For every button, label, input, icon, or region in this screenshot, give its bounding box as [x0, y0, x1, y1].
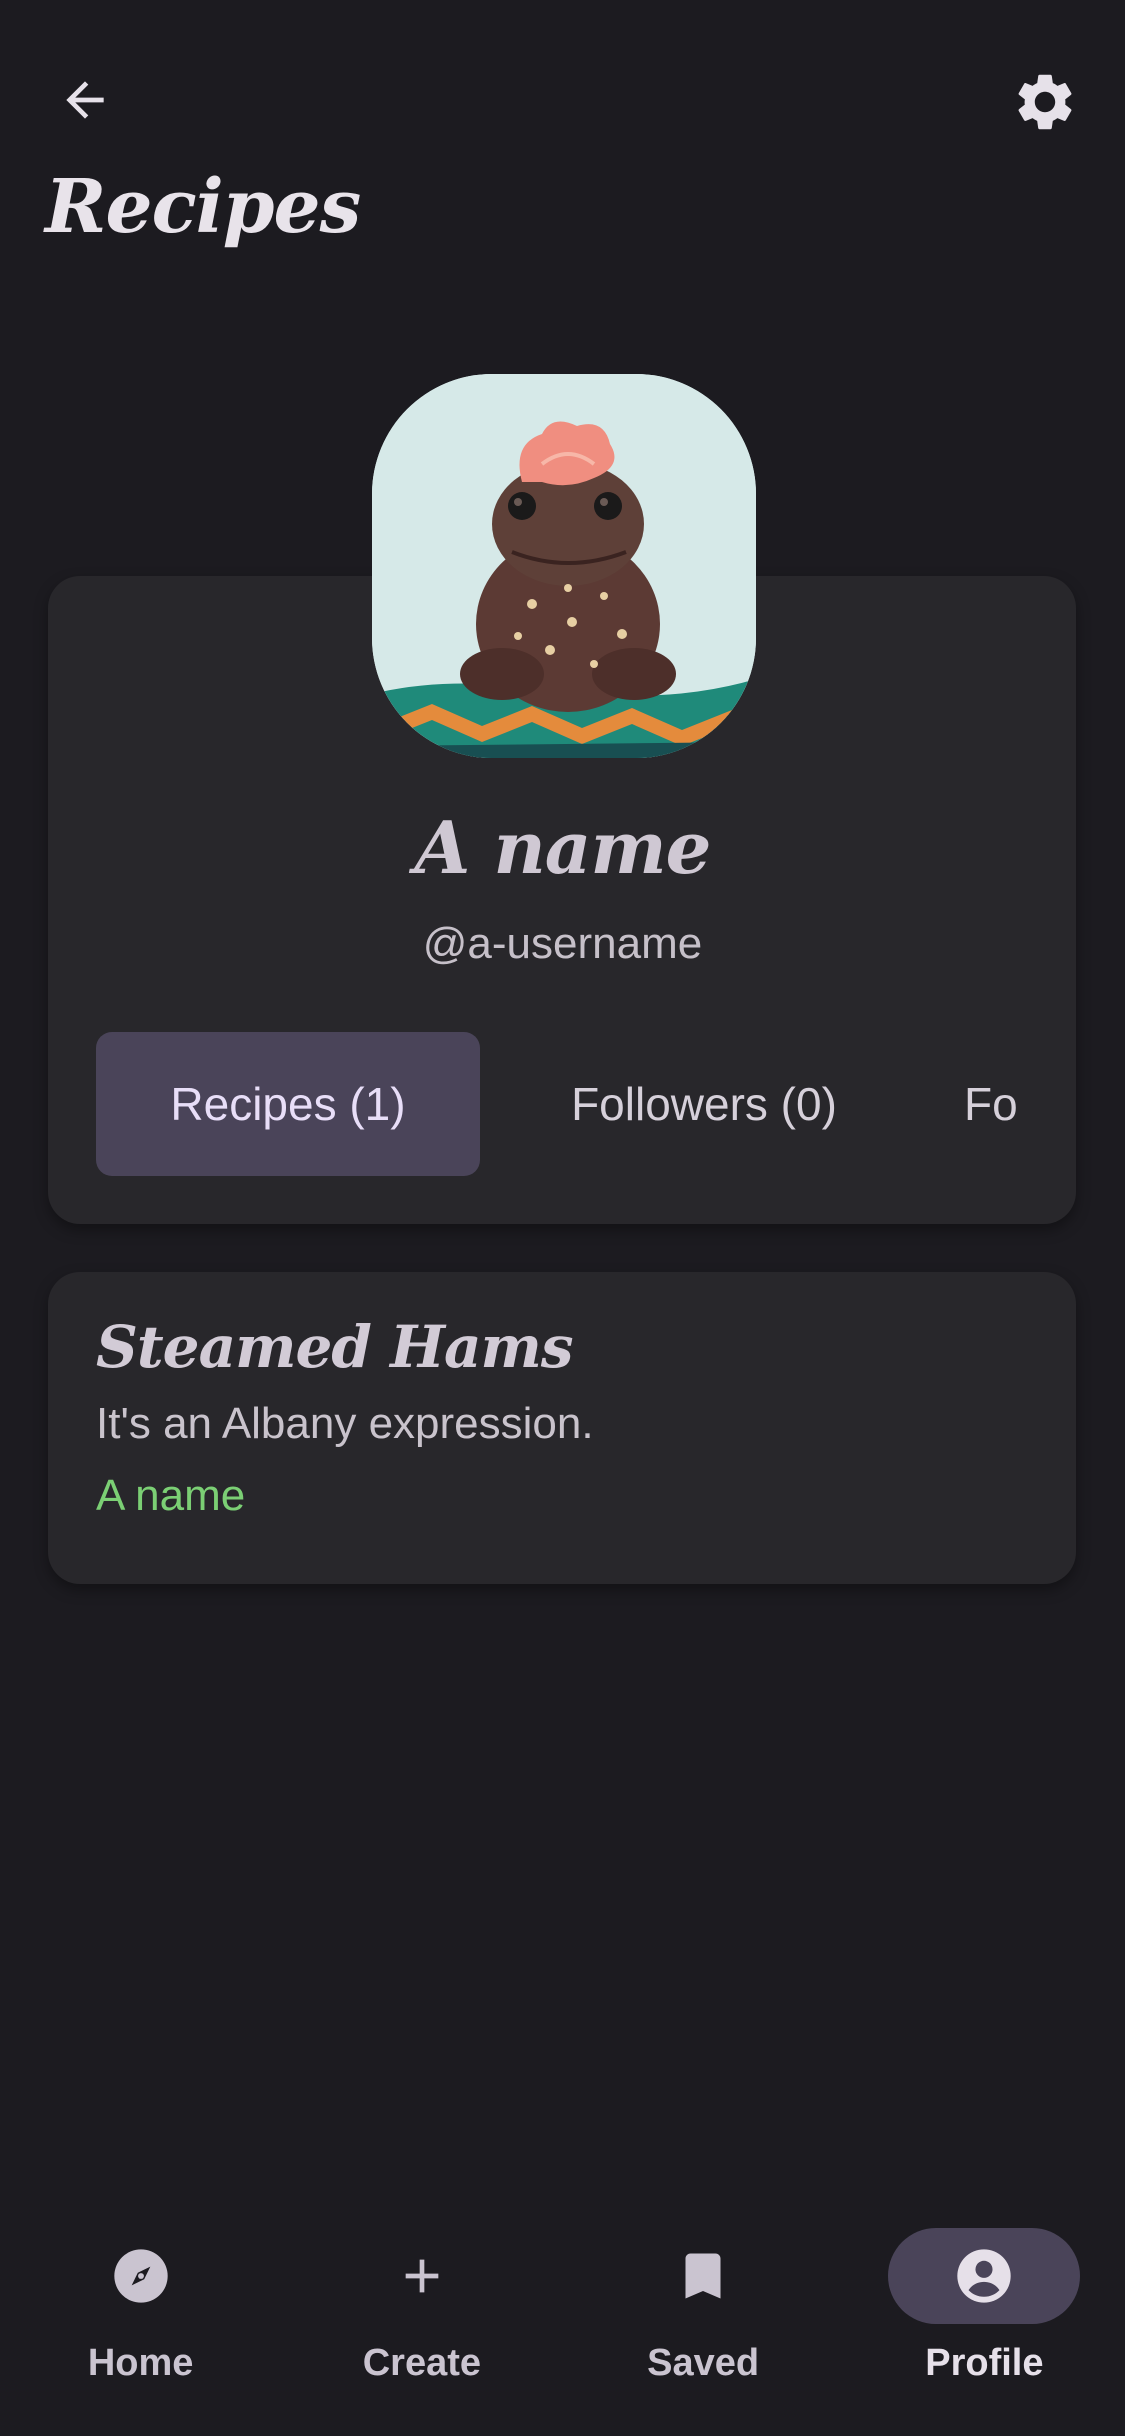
- recipe-title: Steamed Hams: [96, 1313, 574, 1381]
- nav-create[interactable]: Create: [281, 2196, 562, 2436]
- arrow-back-icon: [66, 81, 104, 119]
- nav-saved-indicator: [607, 2228, 799, 2324]
- recipe-author-link[interactable]: A name: [96, 1474, 245, 1518]
- nav-home[interactable]: Home: [0, 2196, 281, 2436]
- nav-create-indicator: [326, 2228, 518, 2324]
- profile-screen: Recipes A name @a-username Recipes (1) F…: [0, 0, 1125, 2436]
- profile-name: A name: [414, 805, 712, 890]
- nav-saved-label: Saved: [647, 2342, 760, 2384]
- page-title: Recipes: [45, 164, 361, 250]
- plus-icon: [405, 2259, 439, 2293]
- nav-saved[interactable]: Saved: [563, 2196, 844, 2436]
- account-circle-icon: [957, 2249, 1012, 2303]
- bottom-navigation: Home Create Saved Profile: [0, 2196, 1125, 2436]
- nav-profile-label: Profile: [925, 2342, 1044, 2384]
- back-button[interactable]: [40, 55, 130, 145]
- bookmark-icon: [685, 2253, 721, 2299]
- nav-profile-indicator: [888, 2228, 1081, 2324]
- settings-button[interactable]: [995, 52, 1095, 152]
- nav-home-indicator: [45, 2228, 237, 2324]
- compass-icon: [113, 2249, 168, 2303]
- avatar: [372, 374, 756, 758]
- nav-create-label: Create: [362, 2342, 482, 2384]
- tab-followers[interactable]: Followers (0): [480, 1032, 928, 1176]
- recipe-card[interactable]: Steamed Hams It's an Albany expression. …: [48, 1272, 1076, 1584]
- tab-following[interactable]: Fo: [928, 1032, 1018, 1176]
- recipe-description: It's an Albany expression.: [96, 1399, 594, 1448]
- nav-profile[interactable]: Profile: [844, 2196, 1125, 2436]
- profile-username: @a-username: [422, 919, 703, 968]
- profile-tabs: Recipes (1) Followers (0) Fo: [96, 1032, 1028, 1176]
- tab-recipes[interactable]: Recipes (1): [96, 1032, 480, 1176]
- gear-icon: [1018, 74, 1072, 130]
- nav-home-label: Home: [87, 2342, 194, 2384]
